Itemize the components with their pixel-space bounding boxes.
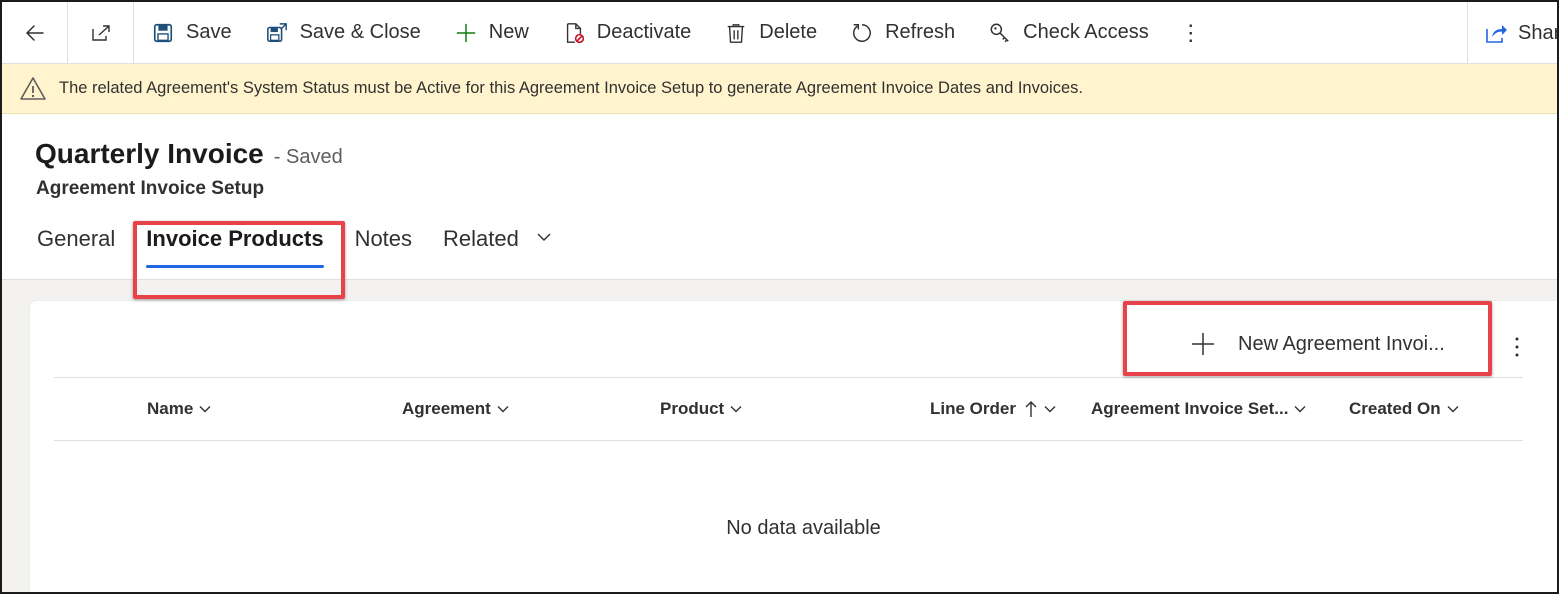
- entity-name: Agreement Invoice Setup: [36, 178, 265, 199]
- tab-label: Related: [443, 226, 519, 251]
- delete-label: Delete: [759, 21, 818, 43]
- chevron-down-icon: [1294, 406, 1306, 413]
- column-header-agreement[interactable]: Agreement: [402, 399, 509, 419]
- refresh-label: Refresh: [885, 21, 956, 43]
- tab-notes[interactable]: Notes: [355, 226, 412, 262]
- column-label: Agreement Invoice Set...: [1091, 399, 1289, 418]
- column-label: Name: [147, 399, 194, 418]
- back-arrow-icon: [25, 24, 44, 41]
- warning-text: The related Agreement's System Status mu…: [59, 79, 1083, 97]
- empty-message: No data available: [726, 517, 881, 539]
- share-label: Share: [1518, 21, 1557, 44]
- save-icon: [153, 23, 173, 42]
- sort-ascending-icon: [1025, 401, 1037, 417]
- deactivate-label: Deactivate: [596, 21, 692, 43]
- highlight-invoice-products-tab: [133, 221, 345, 299]
- deactivate-icon: [566, 22, 584, 43]
- grid-header-divider: [54, 440, 1523, 441]
- open-in-new-window-icon: [91, 24, 110, 41]
- tab-related[interactable]: Related: [443, 226, 551, 262]
- title-row: Quarterly Invoice - Saved: [35, 138, 343, 170]
- command-bar: Save Save & Close New Deactivate Delete …: [2, 2, 1557, 64]
- empty-state: No data available: [2, 517, 1557, 540]
- app-frame: Save Save & Close New Deactivate Delete …: [0, 0, 1559, 594]
- trash-icon: [728, 23, 745, 43]
- grid-divider: [54, 377, 1523, 378]
- column-header-name[interactable]: Name: [147, 399, 211, 419]
- tab-label: Notes: [354, 226, 413, 251]
- save-label: Save: [186, 21, 232, 43]
- check-access-label: Check Access: [1023, 21, 1149, 43]
- chevron-down-icon: [1044, 406, 1056, 413]
- column-header-line-order[interactable]: Line Order: [930, 399, 1056, 419]
- tab-label: General: [37, 226, 116, 251]
- column-label: Product: [660, 399, 725, 418]
- more-vertical-icon: ⋮: [1179, 19, 1202, 45]
- column-header-product[interactable]: Product: [660, 399, 742, 419]
- delete-button[interactable]: Delete: [708, 2, 834, 64]
- chevron-down-icon: [1447, 406, 1459, 413]
- record-title: Quarterly Invoice: [35, 138, 264, 169]
- highlight-new-button: [1123, 301, 1492, 376]
- deactivate-button[interactable]: Deactivate: [546, 2, 709, 64]
- refresh-icon: [853, 23, 871, 42]
- column-header-created-on[interactable]: Created On: [1349, 399, 1459, 419]
- chevron-down-icon: [537, 233, 551, 241]
- save-close-label: Save & Close: [299, 21, 421, 43]
- save-button[interactable]: Save: [134, 2, 249, 64]
- chevron-down-icon: [497, 406, 509, 413]
- more-commands-button[interactable]: ⋮: [1166, 2, 1222, 64]
- plus-icon: [456, 23, 475, 42]
- refresh-button[interactable]: Refresh: [834, 2, 972, 64]
- tab-general[interactable]: General: [37, 226, 115, 262]
- column-label: Line Order: [930, 399, 1016, 418]
- new-button[interactable]: New: [438, 2, 546, 64]
- key-icon: [990, 23, 1009, 42]
- new-label: New: [488, 21, 529, 43]
- chevron-down-icon: [199, 406, 211, 413]
- chevron-down-icon: [730, 406, 742, 413]
- save-close-button[interactable]: Save & Close: [249, 2, 438, 64]
- warning-banner: The related Agreement's System Status mu…: [2, 64, 1557, 114]
- open-in-new-window-button[interactable]: [68, 2, 134, 64]
- back-button[interactable]: [2, 2, 68, 64]
- column-label: Created On: [1349, 399, 1441, 418]
- warning-icon: [20, 76, 46, 100]
- column-header-agreement-invoice-setup[interactable]: Agreement Invoice Set...: [1091, 399, 1306, 419]
- subgrid-more-button[interactable]: [1507, 333, 1527, 361]
- save-status: - Saved: [273, 146, 343, 168]
- check-access-button[interactable]: Check Access: [972, 2, 1166, 64]
- column-label: Agreement: [402, 399, 491, 418]
- share-icon: [1486, 25, 1507, 43]
- save-close-icon: [266, 22, 287, 42]
- more-vertical-icon: [1515, 337, 1519, 357]
- share-button[interactable]: Share: [1467, 2, 1557, 64]
